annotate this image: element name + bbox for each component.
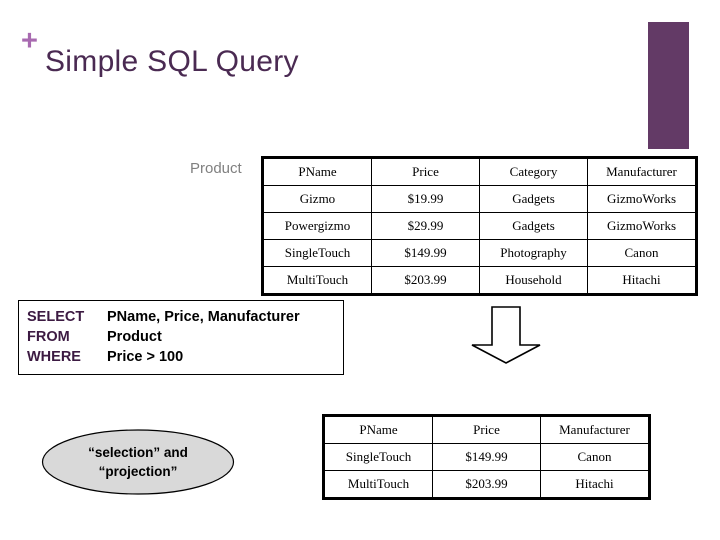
product-table-cell: $203.99 [371, 266, 480, 295]
result-table-header-row: PName Price Manufacturer [323, 415, 650, 444]
result-table-cell: $149.99 [432, 443, 541, 471]
product-table-cell: Gizmo [262, 185, 372, 213]
product-table-cell: Gadgets [479, 185, 588, 213]
down-arrow-icon [470, 305, 542, 365]
product-table-cell: Gadgets [479, 212, 588, 240]
product-table-cell: $149.99 [371, 239, 480, 267]
product-table-cell: Canon [587, 239, 697, 267]
result-table-row: SingleTouch $149.99 Canon [323, 443, 650, 471]
result-table-cell: Hitachi [540, 470, 650, 499]
result-table-cell: MultiTouch [323, 470, 433, 499]
product-table-header-cell: PName [262, 157, 372, 186]
callout-ellipse: “selection” and “projection” [41, 429, 235, 495]
sql-keyword: SELECT [27, 309, 85, 325]
product-table-row: Gizmo $19.99 Gadgets GizmoWorks [262, 185, 697, 213]
result-table-cell: SingleTouch [323, 443, 433, 471]
result-table-header-cell: Manufacturer [540, 415, 650, 444]
product-table-cell: $29.99 [371, 212, 480, 240]
product-table-cell: $19.99 [371, 185, 480, 213]
relation-name-label: Product [190, 160, 242, 177]
product-table-cell: Powergizmo [262, 212, 372, 240]
callout-line-2: “projection” [98, 464, 178, 479]
result-table-cell: $203.99 [432, 470, 541, 499]
callout-line-1: “selection” and [88, 445, 188, 460]
sql-keyword: FROM [27, 329, 70, 345]
product-table-header-cell: Category [479, 157, 588, 186]
sql-expression: Price > 100 [107, 349, 184, 365]
slide-canvas: + Simple SQL Query Product PName Price Cat… [0, 0, 720, 540]
product-table-cell: Photography [479, 239, 588, 267]
product-table-cell: Hitachi [587, 266, 697, 295]
product-table: PName Price Category Manufacturer Gizmo $19.9… [261, 156, 698, 296]
product-table-cell: SingleTouch [262, 239, 372, 267]
product-table-row: MultiTouch $203.99 Household Hitachi [262, 266, 697, 295]
sql-line: WHERE Price > 100 [27, 347, 343, 367]
plus-bullet-icon: + [21, 25, 38, 57]
sql-query-box: SELECT PName, Price, Manufacturer FROM Prod… [18, 300, 344, 375]
sql-line: SELECT PName, Price, Manufacturer [27, 307, 343, 327]
result-table-header-cell: PName [323, 415, 433, 444]
product-table-cell: GizmoWorks [587, 212, 697, 240]
product-table-cell: MultiTouch [262, 266, 372, 295]
result-table: PName Price Manufacturer SingleTouch $149.99… [322, 414, 651, 500]
sql-line: FROM Product [27, 327, 343, 347]
sql-expression: Product [107, 329, 162, 345]
product-table-header-row: PName Price Category Manufacturer [262, 157, 697, 186]
result-table-header-cell: Price [432, 415, 541, 444]
product-table-row: SingleTouch $149.99 Photography Canon [262, 239, 697, 267]
product-table-header-cell: Manufacturer [587, 157, 697, 186]
accent-bar-decoration [648, 22, 689, 149]
result-table-cell: Canon [540, 443, 650, 471]
result-table-row: MultiTouch $203.99 Hitachi [323, 470, 650, 499]
product-table-cell: Household [479, 266, 588, 295]
sql-keyword: WHERE [27, 349, 81, 365]
product-table-row: Powergizmo $29.99 Gadgets GizmoWorks [262, 212, 697, 240]
product-table-header-cell: Price [371, 157, 480, 186]
callout-text: “selection” and “projection” [41, 429, 235, 495]
sql-expression: PName, Price, Manufacturer [107, 309, 300, 325]
page-title: Simple SQL Query [45, 45, 299, 78]
product-table-cell: GizmoWorks [587, 185, 697, 213]
